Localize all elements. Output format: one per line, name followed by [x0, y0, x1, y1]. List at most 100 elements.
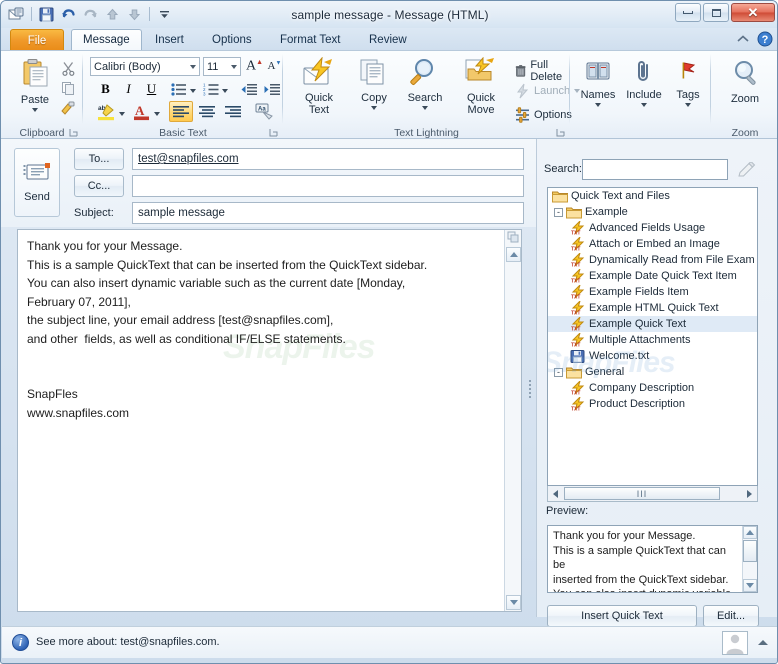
text-lightning-dialog-launcher[interactable]	[555, 127, 566, 138]
full-delete-button[interactable]: Full Delete	[515, 59, 570, 83]
maximize-button[interactable]	[703, 3, 729, 22]
cut-button[interactable]	[58, 59, 78, 77]
preview-scroll-down-button[interactable]	[743, 579, 757, 592]
bold-button[interactable]: B	[95, 79, 116, 99]
tree-item[interactable]: Welcome.txt	[548, 348, 757, 364]
include-dropdown-icon[interactable]	[641, 103, 647, 107]
message-body-editor[interactable]: SnapFiles Thank you for your Message. Th…	[17, 229, 531, 612]
minimize-ribbon-icon[interactable]	[736, 33, 750, 48]
tree-item[interactable]: TXT Dynamically Read from File Exam	[548, 252, 757, 268]
copy-dropdown-icon[interactable]	[371, 106, 377, 110]
align-right-button[interactable]	[221, 101, 245, 122]
names-button[interactable]: Names	[576, 60, 620, 107]
tree-item[interactable]: TXT Company Description	[548, 380, 757, 396]
search-button[interactable]: Search	[399, 57, 451, 110]
increase-indent-button[interactable]	[261, 79, 282, 99]
to-button[interactable]: To...	[74, 148, 124, 170]
clear-formatting-button[interactable]: Aa	[253, 101, 277, 122]
contact-photo[interactable]	[722, 631, 748, 655]
tree-item[interactable]: - Example	[548, 204, 757, 220]
align-center-button[interactable]	[195, 101, 219, 122]
tree-scroll-thumb[interactable]: III	[564, 487, 720, 500]
preview-scroll-up-button[interactable]	[743, 526, 757, 539]
search-dropdown-icon[interactable]	[422, 106, 428, 110]
insert-quick-text-button[interactable]: Insert Quick Text	[547, 605, 697, 627]
tree-item[interactable]: Quick Text and Files	[548, 188, 757, 204]
body-scroll-down-button[interactable]	[506, 595, 521, 610]
tree-item[interactable]: TXT Advanced Fields Usage	[548, 220, 757, 236]
close-button[interactable]: ✕	[731, 3, 775, 22]
options-button[interactable]: Options	[515, 107, 572, 123]
save-icon[interactable]	[36, 4, 57, 24]
zoom-button[interactable]: Zoom	[723, 60, 767, 105]
underline-button[interactable]: U	[141, 79, 162, 99]
tree-item[interactable]: TXT Product Description	[548, 396, 757, 412]
outlook-logo-icon[interactable]	[6, 4, 27, 24]
copy-button-clipboard[interactable]	[58, 79, 78, 97]
font-size-combobox[interactable]: 11	[203, 57, 241, 76]
tree-item[interactable]: TXT Example Date Quick Text Item	[548, 268, 757, 284]
highlight-dropdown-icon[interactable]	[119, 112, 125, 116]
quick-text-button[interactable]: Quick Text	[293, 56, 345, 116]
preview-scroll-thumb[interactable]	[743, 540, 757, 562]
names-dropdown-icon[interactable]	[595, 103, 601, 107]
tree-expander-icon[interactable]: -	[554, 367, 563, 377]
tree-item[interactable]: TXT Example Fields Item	[548, 284, 757, 300]
tree-item[interactable]: TXT Multiple Attachments	[548, 332, 757, 348]
copy-button[interactable]: Copy	[351, 57, 397, 110]
tab-format-text[interactable]: Format Text	[269, 29, 352, 51]
preview-box[interactable]: Thank you for your Message. This is a sa…	[547, 525, 758, 593]
cc-button[interactable]: Cc...	[74, 175, 124, 197]
cc-field[interactable]	[132, 175, 524, 197]
undo-icon[interactable]	[58, 4, 79, 24]
body-vertical-scrollbar[interactable]	[504, 230, 521, 611]
expand-contact-icon[interactable]	[758, 640, 768, 645]
basic-text-dialog-launcher[interactable]	[268, 127, 279, 138]
customize-qat-icon[interactable]	[154, 4, 175, 24]
font-color-dropdown-icon[interactable]	[154, 112, 160, 116]
align-left-button[interactable]	[169, 101, 193, 122]
numbering-button[interactable]: 1 2 3	[201, 79, 221, 99]
bullets-dropdown-icon[interactable]	[190, 89, 196, 93]
tree-item[interactable]: - General	[548, 364, 757, 380]
tab-message[interactable]: Message	[71, 29, 142, 51]
bullets-button[interactable]	[169, 79, 189, 99]
tree-item[interactable]: TXT Attach or Embed an Image	[548, 236, 757, 252]
numbering-dropdown-icon[interactable]	[222, 89, 228, 93]
tags-button[interactable]: Tags	[668, 60, 708, 107]
preview-vertical-scrollbar[interactable]	[742, 526, 757, 592]
edit-button[interactable]: Edit...	[703, 605, 759, 627]
quicktext-tree[interactable]: Quick Text and Files - Example TXT Advanced …	[547, 187, 758, 486]
grow-font-button[interactable]: A▲	[245, 56, 264, 76]
tab-review[interactable]: Review	[358, 29, 418, 51]
tab-file[interactable]: File	[10, 29, 64, 51]
send-button[interactable]: Send	[14, 148, 60, 217]
to-field[interactable]: test@snapfiles.com	[132, 148, 524, 170]
include-button[interactable]: Include	[622, 60, 666, 107]
subject-field[interactable]: sample message	[132, 202, 524, 224]
body-scroll-up-button[interactable]	[506, 247, 521, 262]
paste-dropdown-icon[interactable]	[32, 108, 38, 112]
minimize-button[interactable]	[675, 3, 701, 22]
tab-insert[interactable]: Insert	[144, 29, 195, 51]
tree-scroll-right-button[interactable]	[742, 487, 757, 501]
decrease-indent-button[interactable]	[238, 79, 259, 99]
split-bar-handle[interactable]	[506, 230, 521, 245]
tree-scroll-left-button[interactable]	[548, 487, 563, 501]
font-name-dropdown-icon[interactable]	[190, 64, 196, 69]
italic-button[interactable]: I	[118, 79, 139, 99]
clipboard-dialog-launcher[interactable]	[68, 127, 79, 138]
redo-icon[interactable]	[80, 4, 101, 24]
tree-expander-icon[interactable]: -	[554, 207, 563, 217]
previous-item-icon[interactable]	[102, 4, 123, 24]
next-item-icon[interactable]	[124, 4, 145, 24]
search-input[interactable]	[582, 159, 728, 180]
edit-pencil-icon[interactable]	[736, 159, 758, 180]
paste-button[interactable]: Paste	[11, 57, 59, 112]
font-color-button[interactable]: A	[130, 101, 152, 122]
tags-dropdown-icon[interactable]	[685, 103, 691, 107]
tree-item[interactable]: TXT Example HTML Quick Text	[548, 300, 757, 316]
text-highlight-button[interactable]: ab	[95, 101, 117, 122]
tree-horizontal-scrollbar[interactable]: III	[547, 486, 758, 502]
quick-move-button[interactable]: Quick Move	[455, 56, 507, 116]
